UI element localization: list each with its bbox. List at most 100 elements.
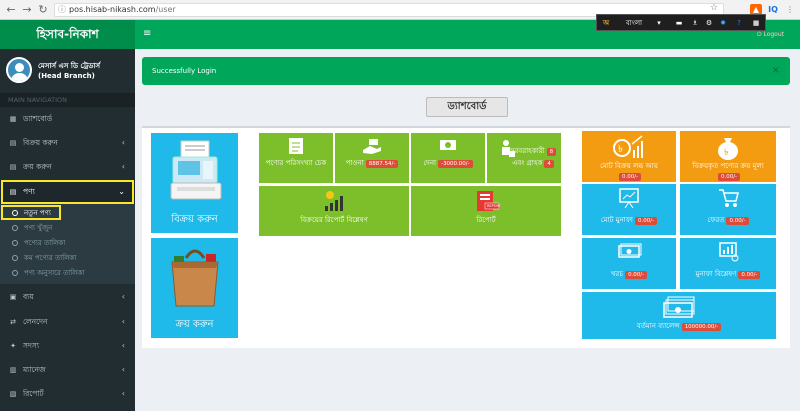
logout-link[interactable]: ⏻ Logout: [757, 31, 784, 39]
back-icon[interactable]: ←: [4, 3, 18, 17]
menu-toggle-icon[interactable]: ≡: [143, 28, 151, 39]
total-sales-income-value: 0.00/-: [582, 172, 676, 181]
page-title: ড্যাশবোর্ড: [426, 97, 508, 117]
sidebar-item-label: বিক্রয় করুন: [23, 138, 58, 147]
info-icon: ⓘ: [58, 5, 66, 14]
total-sales-income-tile[interactable]: ৳ মোট বিক্রয় লব্ধ আয় 0.00/-: [582, 131, 676, 182]
highlight-box-new-product: [1, 205, 61, 220]
users-icon: ✦: [10, 342, 16, 350]
payable-label: দেনা: [423, 159, 437, 167]
submenu-item-label: পণ্য অনুসারে তালিকা: [24, 269, 85, 277]
report-icon: ▧: [9, 390, 17, 398]
url-path: /user: [155, 5, 176, 14]
chevron-left-icon: ‹: [121, 292, 125, 301]
sidebar-item-reports[interactable]: ▧ রিপোর্ট ‹: [0, 382, 135, 406]
report-tile-label: রিপোর্ট: [476, 216, 496, 224]
buy-tile[interactable]: ক্রয় করুন: [151, 238, 238, 338]
sidebar: হিসাব-নিকাশ মেসার্স এস ডি ট্রেডার্স (Hea…: [0, 20, 135, 411]
sidebar-item-members[interactable]: ✦ সদস্য ‹: [0, 334, 135, 358]
sidebar-item-transactions[interactable]: ⇄ লেনদেন ‹: [0, 310, 135, 334]
payment-icon: [440, 140, 456, 150]
sales-report-analysis-label: বিক্রয়ের রিপোর্ট বিশ্লেষণ: [300, 216, 368, 224]
tools-icon[interactable]: ⚙: [703, 17, 715, 29]
submenu-item-find-product[interactable]: পণ্য খুঁজুন: [0, 222, 135, 235]
language-select[interactable]: বাংলা: [615, 17, 653, 29]
sidebar-item-buy[interactable]: ▤ ক্রয় করুন ‹: [0, 155, 135, 179]
extension-iq-icon[interactable]: IQ: [766, 4, 780, 16]
supplier-badge: 8: [546, 148, 557, 156]
user-name: মেসার্স এস ডি ট্রেডার্স: [38, 62, 101, 70]
sidebar-item-sell[interactable]: ▤ বিক্রয় করুন ‹: [0, 131, 135, 155]
returns-label: ফেরত: [707, 216, 725, 224]
receivable-tile[interactable]: পাওনা 8887.54/-: [335, 133, 409, 183]
sold-goods-cost-tile[interactable]: ৳ বিক্রয়কৃত পণ্যের ক্রয় মূল্য 0.00/-: [680, 131, 776, 182]
sidebar-item-label: ড্যাশবোর্ড: [23, 114, 53, 123]
submenu-item-product-list[interactable]: পণ্যের তালিকা: [0, 237, 135, 250]
submenu-item-list-by-product[interactable]: পণ্য অনুসারে তালিকা: [0, 267, 135, 280]
forward-icon[interactable]: →: [20, 3, 34, 17]
browser-menu-icon[interactable]: ⋮: [784, 4, 796, 16]
user-panel: মেসার্স এস ডি ট্রেডার্স (Head Branch): [0, 49, 135, 93]
sidebar-item-label: ক্রয় করুন: [23, 162, 52, 171]
supplier-line: সরবরাহকারী 8: [505, 147, 561, 156]
expense-text: খরচ 0.00/-: [582, 270, 676, 279]
report-tag: REPORT: [487, 204, 501, 208]
bar-chart-icon: [325, 191, 343, 211]
analysis-chart-icon: [719, 242, 739, 262]
hand-money-icon: [363, 139, 381, 154]
expense-badge: 0.00/-: [625, 271, 648, 279]
settings-icon[interactable]: ✹: [717, 17, 729, 29]
help-icon[interactable]: ?: [733, 17, 745, 29]
supplier-customer-tile[interactable]: সরবরাহকারী 8 এবং গ্রাহক 4: [487, 133, 561, 183]
customer-badge: 4: [544, 160, 554, 168]
app-logo[interactable]: হিসাব-নিকাশ: [0, 20, 135, 49]
profit-analysis-tile[interactable]: মুনাফা বিশ্লেষণ 0.00/-: [680, 238, 776, 289]
sidebar-item-expense[interactable]: ▣ ব্যয় ‹: [0, 285, 135, 309]
total-profit-tile[interactable]: মোট মুনাফা 0.00/-: [582, 184, 676, 235]
sold-goods-cost-badge: 0.00/-: [717, 173, 741, 181]
chevron-left-icon: ‹: [121, 138, 125, 147]
sold-goods-cost-label: বিক্রয়কৃত পণ্যের ক্রয় মূল্য: [692, 162, 764, 170]
chevron-left-icon: ‹: [121, 365, 125, 374]
submenu-item-label: পণ্য খুঁজুন: [24, 224, 53, 232]
sidebar-item-manage[interactable]: ▥ ম্যানেজ ‹: [0, 358, 135, 382]
returns-tile[interactable]: ফেরত 0.00/-: [680, 184, 776, 235]
chevron-left-icon: ‹: [121, 162, 125, 171]
sidebar-item-dashboard[interactable]: ▦ ড্যাশবোর্ড: [0, 107, 135, 131]
avro-logo-icon[interactable]: অ: [600, 17, 612, 29]
sell-tile[interactable]: বিক্রয় করুন: [151, 133, 238, 233]
current-balance-tile[interactable]: বর্তমান ব্যালেন্স 100000.00/-: [582, 292, 776, 339]
bookmark-star-icon[interactable]: ☆: [710, 3, 718, 13]
chevron-left-icon: ‹: [121, 317, 125, 326]
cart-icon: ▤: [9, 139, 17, 147]
expense-label: খরচ: [610, 270, 624, 278]
reload-icon[interactable]: ↻: [36, 3, 50, 17]
expense-tile[interactable]: খরচ 0.00/-: [582, 238, 676, 289]
sales-report-analysis-tile[interactable]: বিক্রয়ের রিপোর্ট বিশ্লেষণ: [259, 186, 409, 236]
svg-text:৳: ৳: [618, 144, 623, 155]
layout-icon[interactable]: ♗: [689, 17, 701, 29]
current-balance-text: বর্তমান ব্যালেন্স 100000.00/-: [582, 322, 776, 331]
report-tile[interactable]: REPORT রিপোর্ট: [411, 186, 561, 236]
returns-text: ফেরত 0.00/-: [680, 216, 776, 225]
close-toolbar-icon[interactable]: ■: [749, 17, 763, 29]
dropdown-caret-icon[interactable]: ▾: [655, 17, 663, 29]
product-count-tile[interactable]: পণ্যের পরিসংখ্যা চেক: [259, 133, 333, 183]
current-balance-badge: 100000.00/-: [681, 323, 722, 331]
logout-label: Logout: [763, 31, 784, 38]
keyboard-icon[interactable]: ▬: [673, 17, 685, 29]
close-icon[interactable]: ×: [772, 57, 780, 85]
submenu-item-low-stock-list[interactable]: কম পণ্যের তালিকা: [0, 252, 135, 265]
exchange-icon: ⇄: [10, 318, 16, 326]
payable-tile-text: দেনা -3000.00/-: [411, 159, 485, 168]
circle-icon: [12, 255, 18, 261]
avatar: [6, 57, 32, 83]
payable-badge: -3000.00/-: [438, 160, 473, 168]
money-icon: ▣: [9, 293, 17, 301]
svg-text:৳: ৳: [724, 148, 729, 158]
nav-header: MAIN NAVIGATION: [0, 93, 135, 107]
chevron-left-icon: ‹: [121, 389, 125, 398]
supplier-label: সরবরাহকারী: [509, 147, 545, 155]
submenu-item-label: পণ্যের তালিকা: [24, 239, 66, 247]
payable-tile[interactable]: দেনা -3000.00/-: [411, 133, 485, 183]
